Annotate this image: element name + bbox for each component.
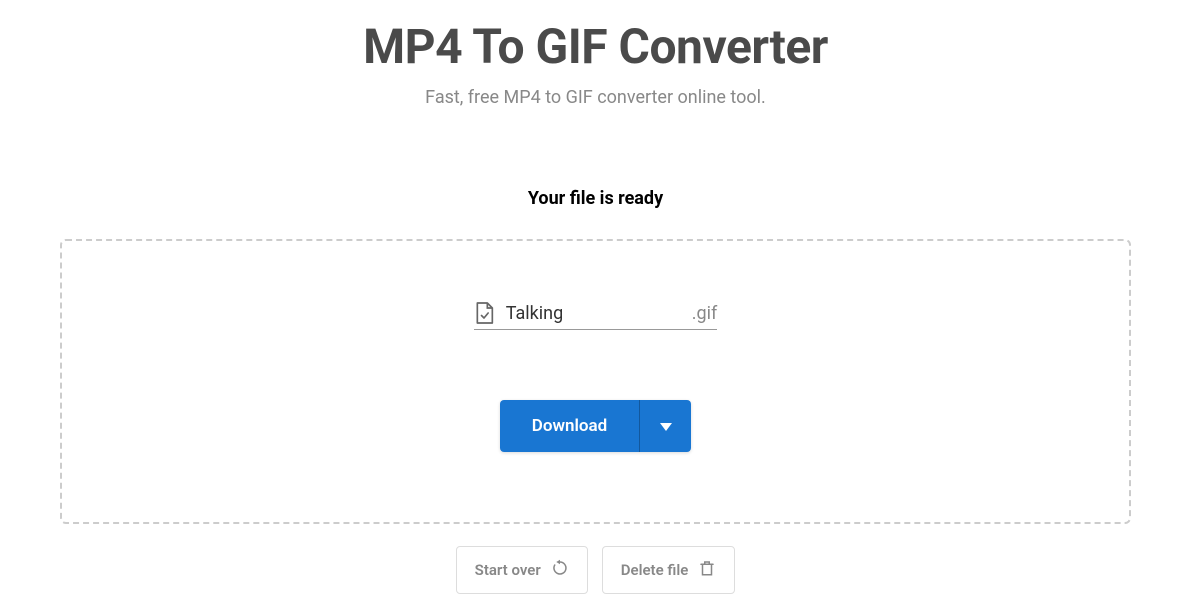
actions-row: Start over Delete file <box>0 546 1191 594</box>
file-extension: .gif <box>686 303 718 324</box>
page-subtitle: Fast, free MP4 to GIF converter online t… <box>0 87 1191 108</box>
status-message: Your file is ready <box>0 188 1191 209</box>
trash-icon <box>698 559 716 581</box>
delete-file-button[interactable]: Delete file <box>602 546 736 594</box>
delete-file-label: Delete file <box>621 561 689 579</box>
filename-row: .gif <box>474 301 718 330</box>
download-dropdown-button[interactable] <box>639 400 691 452</box>
file-drop-area: .gif Download <box>60 239 1131 524</box>
start-over-button[interactable]: Start over <box>456 546 588 594</box>
download-button[interactable]: Download <box>500 400 639 452</box>
refresh-icon <box>551 559 569 581</box>
filename-input[interactable] <box>506 303 686 324</box>
page-title: MP4 To GIF Converter <box>0 18 1191 75</box>
caret-down-icon <box>660 419 672 434</box>
download-button-group: Download <box>500 400 691 452</box>
file-check-icon <box>474 301 494 325</box>
start-over-label: Start over <box>475 561 541 579</box>
